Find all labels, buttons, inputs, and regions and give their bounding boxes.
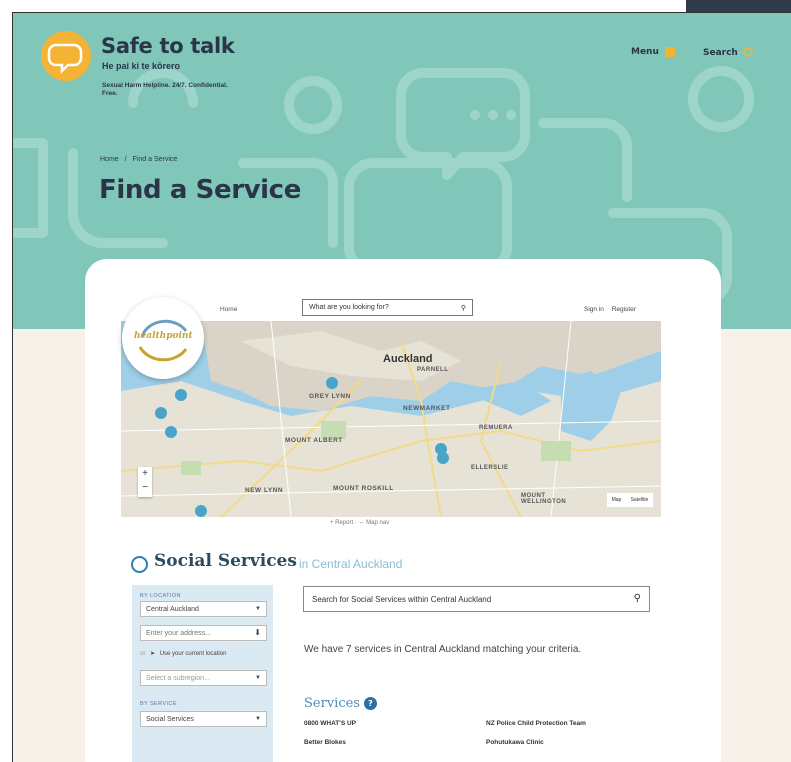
chevron-down-icon: ▼ [255,606,261,612]
healthpoint-logo-text: healthpoint [134,331,193,341]
map-label: MOUNT WELLINGTON [521,493,567,505]
magnifier-icon: ⚲ [460,304,466,312]
navigation-arrow-icon: ➤ [150,651,156,657]
address-input[interactable]: Enter your address... ⬇ [140,625,267,641]
map-label: REMUERA [479,425,513,431]
map-label: MOUNT ALBERT [285,437,343,444]
service-link[interactable]: 0800 WHAT'S UP [304,720,356,727]
brand-name[interactable]: Safe to talk [101,34,235,58]
map-label: Auckland [383,353,433,365]
zoom-controls: + − [138,467,152,497]
zoom-out-button[interactable]: − [138,481,152,495]
service-select[interactable]: Social Services ▼ [140,711,267,727]
chevron-down-icon: ▼ [255,716,261,722]
result-count-text: We have 7 services in Central Auckland m… [304,644,582,655]
brand-subtitle: He pai ki te kōrero [102,61,181,71]
map-type-map[interactable]: Map [612,497,622,503]
register-link[interactable]: Register [612,306,636,313]
map-label: MOUNT ROSKILL [333,485,394,492]
location-select[interactable]: Central Auckland ▼ [140,601,267,617]
search-button[interactable]: Search [703,47,754,58]
map-label: NEWMARKET [403,405,451,412]
map-footer-links[interactable]: + Report · ⇔ Map nav [330,520,389,526]
map-label: GREY LYNN [309,393,351,400]
healthpoint-search-input[interactable]: What are you looking for? ⚲ [302,299,473,316]
location-select-value: Central Auckland [146,606,199,613]
breadcrumb-current: Find a Service [132,156,178,163]
map-type-toggle: Map Satellite [607,493,653,507]
service-select-value: Social Services [146,716,194,723]
services-heading-label: Services [304,696,360,711]
chevron-down-icon: ▼ [255,675,261,681]
use-location-row[interactable]: or ➤ Use your current location [140,650,226,657]
subregion-placeholder: Select a subregion... [146,675,210,682]
zoom-in-button[interactable]: + [138,467,152,481]
location-pin-icon: ⬇ [254,628,261,637]
breadcrumb-home[interactable]: Home [100,156,119,163]
search-icon [743,47,753,57]
brand-tagline: Sexual Harm Helpline. 24/7. Confidential… [102,82,228,97]
map-label: ELLERSLIE [471,465,509,471]
menu-label: Menu [631,47,659,57]
search-label: Search [703,47,738,58]
auth-links: Sign in Register [584,306,636,313]
service-link[interactable]: NZ Police Child Protection Team [486,720,586,727]
map-label: PARNELL [417,367,449,373]
service-link[interactable]: Pohutukawa Clinic [486,739,544,746]
subregion-select[interactable]: Select a subregion... ▼ [140,670,267,686]
search-icon[interactable]: ⚲ [634,593,641,604]
healthpoint-search-placeholder: What are you looking for? [309,304,389,311]
section-location: in Central Auckland [299,557,403,571]
or-label: or [140,651,146,657]
map-label: NEW LYNN [245,487,284,494]
filter-sidebar: BY LOCATION Central Auckland ▼ Enter you… [132,585,273,762]
breadcrumb-separator: / [124,156,127,163]
healthpoint-home-link[interactable]: Home [220,306,237,313]
location-filter-label: BY LOCATION [140,593,181,599]
use-location-link[interactable]: Use your current location [160,651,227,657]
help-icon[interactable]: ? [363,697,377,710]
breadcrumb: Home / Find a Service [100,156,177,163]
map-type-satellite[interactable]: Satellite [631,497,649,503]
circle-icon [131,556,148,573]
service-search-input[interactable]: Search for Social Services within Centra… [303,586,650,612]
menu-icon [664,47,675,57]
top-right-tab [686,0,791,12]
address-placeholder: Enter your address... [146,630,211,637]
menu-button[interactable]: Menu [631,47,675,57]
service-link[interactable]: Better Blokes [304,739,346,746]
healthpoint-logo[interactable]: healthpoint [122,297,204,379]
brand-logo-icon[interactable] [41,31,91,81]
section-title: Social Services [154,551,297,571]
page-title: Find a Service [99,175,301,205]
service-search-placeholder: Search for Social Services within Centra… [312,595,492,604]
service-filter-label: BY SERVICE [140,701,177,707]
services-heading: Services ? [304,696,377,711]
sign-in-link[interactable]: Sign in [584,306,604,313]
